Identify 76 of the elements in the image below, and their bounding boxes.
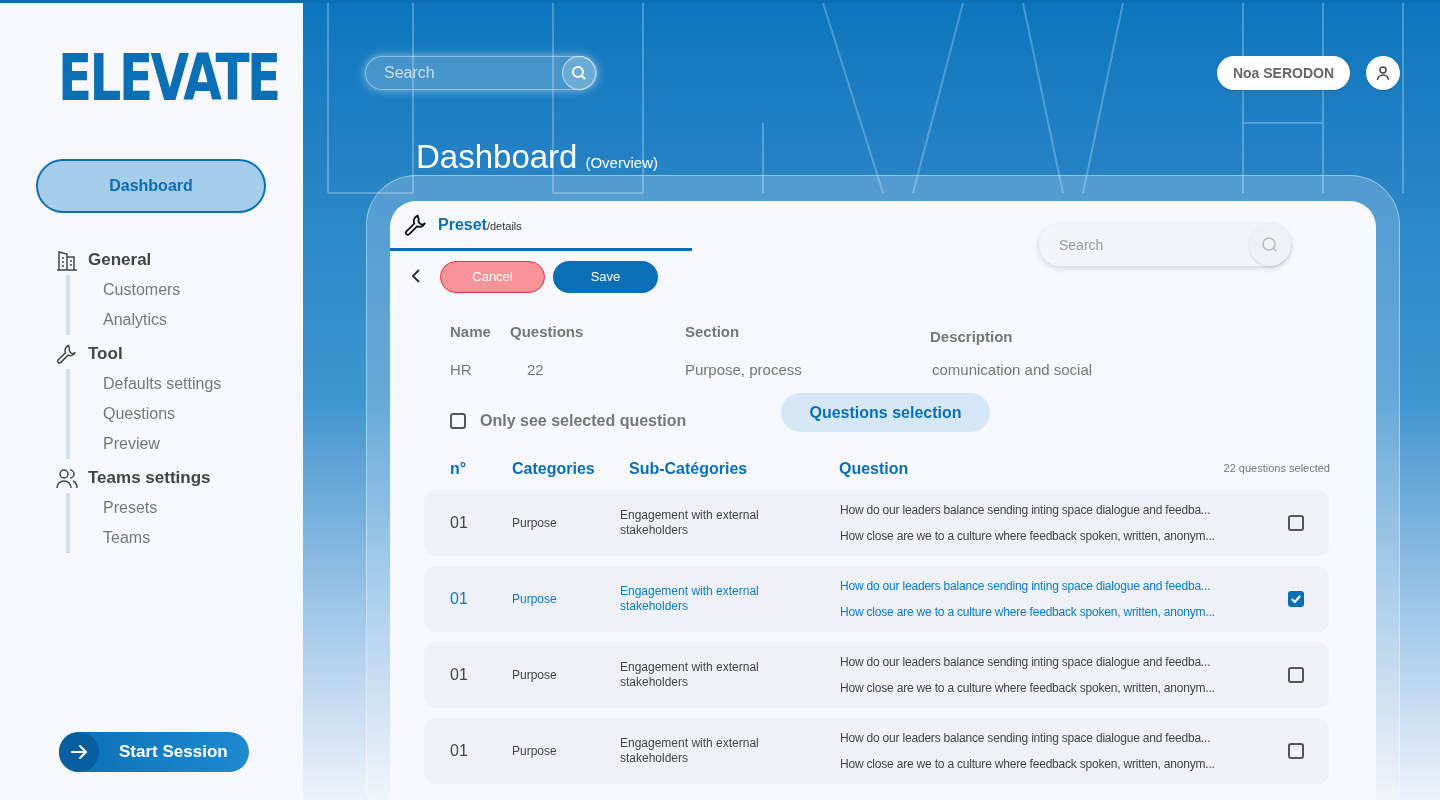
user-icon[interactable] [1375,65,1391,81]
preset-tab[interactable]: Preset/details [390,213,692,251]
logo: ELEVATE [58,43,279,113]
row-number: 01 [449,513,469,533]
sidebar-group[interactable]: General [88,247,152,273]
start-session-button[interactable]: Start Session [59,732,249,772]
category-cell-text: Purpose [512,743,558,760]
users-icon [56,467,78,489]
row-number: 01 [449,665,469,685]
search-button[interactable] [562,56,596,90]
search-field[interactable]: Search [366,57,562,89]
column-header: Sub-Catégories [629,459,748,479]
question-row[interactable]: 01 Purpose Engagement with external stakeholders How do our leaders balance sending inting space dialogue and feedba... How close are we to a culture where feedback spoken, written, anonym... [424,490,1329,556]
save-button[interactable]: Save [553,261,658,293]
sidebar-item[interactable]: Teams [103,523,222,553]
category-cell-text: Purpose [512,515,558,532]
question-row[interactable]: 01 Purpose Engagement with external stakeholders How do our leaders balance sending inting space dialogue and feedba... How close are we to a culture where feedback spoken, written, anonym... [424,642,1329,708]
subcategory-cell-text: Engagement with external stakeholders [620,508,760,538]
column-header: Question [839,459,909,479]
user-name[interactable]: Noa SERODON [1216,56,1350,90]
question-text: How close are we to a culture where feedback spoken, written, anonym... [840,756,1216,773]
info-label: Section [685,322,740,342]
sidebar-group[interactable]: Tool [88,341,123,367]
info-value: Purpose, process [685,360,802,380]
cancel-button[interactable]: Cancel [440,261,545,293]
wrench-icon [404,213,428,237]
info-label: Description [930,327,1013,347]
row-checkbox[interactable] [1288,591,1304,607]
info-label: Name [450,322,491,342]
sidebar-item[interactable]: Defaults settings [103,369,222,399]
filter-checkbox[interactable]: Only see selected question [450,409,687,433]
search-bar[interactable]: Search [1039,224,1291,266]
nav-button[interactable]: Dashboard [36,159,266,213]
subcategory-cell-text: Engagement with external stakeholders [620,660,760,690]
wrench-icon [56,343,78,365]
search-icon [1261,236,1279,254]
question-text: How close are we to a culture where feedback spoken, written, anonym... [840,680,1216,697]
row-number: 01 [449,589,469,609]
sidebar-item[interactable]: Customers [103,275,222,305]
category-cell-text: Purpose [512,667,558,684]
question-row[interactable]: 01 Purpose Engagement with external stakeholders How do our leaders balance sending inting space dialogue and feedba... How close are we to a culture where feedback spoken, written, anonym... [424,566,1329,632]
sidebar-item[interactable]: Analytics [103,305,222,335]
row-checkbox[interactable] [1288,515,1304,531]
search-field[interactable]: Search [1039,224,1249,266]
question-text: How do our leaders balance sending inting space dialogue and feedba... [840,730,1212,747]
row-number: 01 [449,741,469,761]
question-text: How close are we to a culture where feedback spoken, written, anonym... [840,604,1216,621]
question-text: How close are we to a culture where feedback spoken, written, anonym... [840,528,1216,545]
back-chevron-icon[interactable] [410,268,422,284]
info-value: 22 [527,360,544,380]
subcategory-cell-text: Engagement with external stakeholders [620,584,760,614]
arrow-right-icon [69,742,89,762]
row-checkbox[interactable] [1288,667,1304,683]
question-row[interactable]: 01 Purpose Engagement with external stakeholders How do our leaders balance sending inting space dialogue and feedba... How close are we to a culture where feedback spoken, written, anonym... [424,718,1329,784]
row-checkbox[interactable] [1288,743,1304,759]
page-title: Dashboard [416,137,578,177]
column-header: n° [450,459,467,479]
column-header: Categories [512,459,595,479]
building-icon [56,249,78,271]
sidebar-item[interactable]: Questions [103,399,222,429]
subcategory-cell-text: Engagement with external stakeholders [620,736,760,766]
selection-count: 22 questions selected [1223,461,1330,476]
question-text: How do our leaders balance sending inting space dialogue and feedba... [840,502,1212,519]
info-label: Questions [510,322,584,342]
page-subtitle: (Overview) [585,153,658,173]
question-text: How do our leaders balance sending inting space dialogue and feedba... [840,654,1212,671]
sidebar-item[interactable]: Presets [103,493,222,523]
category-cell-text: Purpose [512,591,558,608]
questions-selection-button[interactable]: Questions selection [781,393,990,432]
sidebar-group[interactable]: Teams settings [88,465,211,491]
search-bar[interactable]: Search [365,56,597,90]
sidebar-item[interactable]: Preview [103,429,222,459]
search-icon [571,65,587,81]
question-text: How do our leaders balance sending inting space dialogue and feedba... [840,578,1212,595]
info-value: comunication and social [932,360,1093,380]
info-value: HR [450,360,472,380]
